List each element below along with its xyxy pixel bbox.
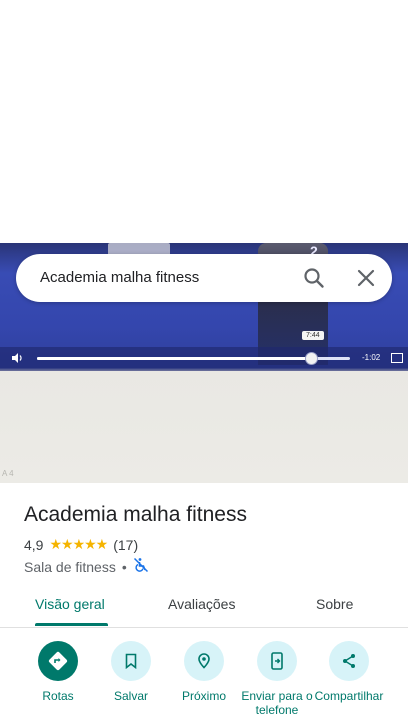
photo-corner-mark: A 4 bbox=[2, 469, 14, 478]
fullscreen-icon[interactable] bbox=[391, 353, 403, 363]
nearby-icon bbox=[184, 641, 224, 681]
star-rating-icon: ★★★★★ bbox=[49, 536, 108, 552]
blank-area bbox=[0, 0, 408, 243]
share-label: Compartilhar bbox=[314, 689, 384, 703]
send-to-phone-button[interactable]: Enviar para o telefone bbox=[237, 641, 317, 717]
save-button[interactable]: Salvar bbox=[91, 641, 171, 703]
tab-about[interactable]: Sobre bbox=[316, 596, 353, 612]
video-progress-fill bbox=[37, 357, 309, 360]
tab-overview[interactable]: Visão geral bbox=[35, 596, 105, 612]
video-time-tooltip: 7:44 bbox=[302, 331, 324, 340]
category-row: Sala de fitness • bbox=[24, 557, 149, 576]
search-bar[interactable]: Academia malha fitness bbox=[16, 254, 392, 302]
place-title: Academia malha fitness bbox=[24, 503, 247, 526]
send-to-phone-label: Enviar para o telefone bbox=[241, 689, 313, 717]
volume-icon[interactable] bbox=[11, 352, 23, 364]
active-tab-indicator bbox=[35, 623, 108, 626]
close-icon[interactable] bbox=[356, 268, 376, 288]
send-to-phone-icon bbox=[257, 641, 297, 681]
share-button[interactable]: Compartilhar bbox=[309, 641, 389, 703]
wheelchair-inaccessible-icon[interactable] bbox=[133, 557, 149, 576]
place-category: Sala de fitness bbox=[24, 558, 116, 575]
review-count[interactable]: (17) bbox=[113, 537, 138, 553]
search-input[interactable]: Academia malha fitness bbox=[40, 269, 199, 286]
video-remaining-time: -1:02 bbox=[362, 353, 381, 362]
action-buttons: Rotas Salvar Próximo Enviar para o telef… bbox=[0, 641, 408, 726]
nearby-label: Próximo bbox=[181, 689, 226, 703]
separator: • bbox=[121, 558, 127, 575]
directions-button[interactable]: Rotas bbox=[18, 641, 98, 703]
save-label: Salvar bbox=[113, 689, 148, 703]
rating-value: 4,9 bbox=[24, 536, 44, 553]
search-icon[interactable] bbox=[303, 267, 325, 289]
bookmark-icon bbox=[111, 641, 151, 681]
nearby-button[interactable]: Próximo bbox=[164, 641, 244, 703]
tab-reviews[interactable]: Avaliações bbox=[168, 596, 235, 612]
share-icon bbox=[329, 641, 369, 681]
video-progress-handle[interactable] bbox=[305, 352, 318, 365]
rating-row[interactable]: 4,9 ★★★★★ (17) bbox=[24, 536, 138, 553]
directions-icon bbox=[38, 641, 78, 681]
directions-label: Rotas bbox=[42, 689, 74, 703]
place-tabs: Visão geral Avaliações Sobre bbox=[0, 590, 408, 628]
